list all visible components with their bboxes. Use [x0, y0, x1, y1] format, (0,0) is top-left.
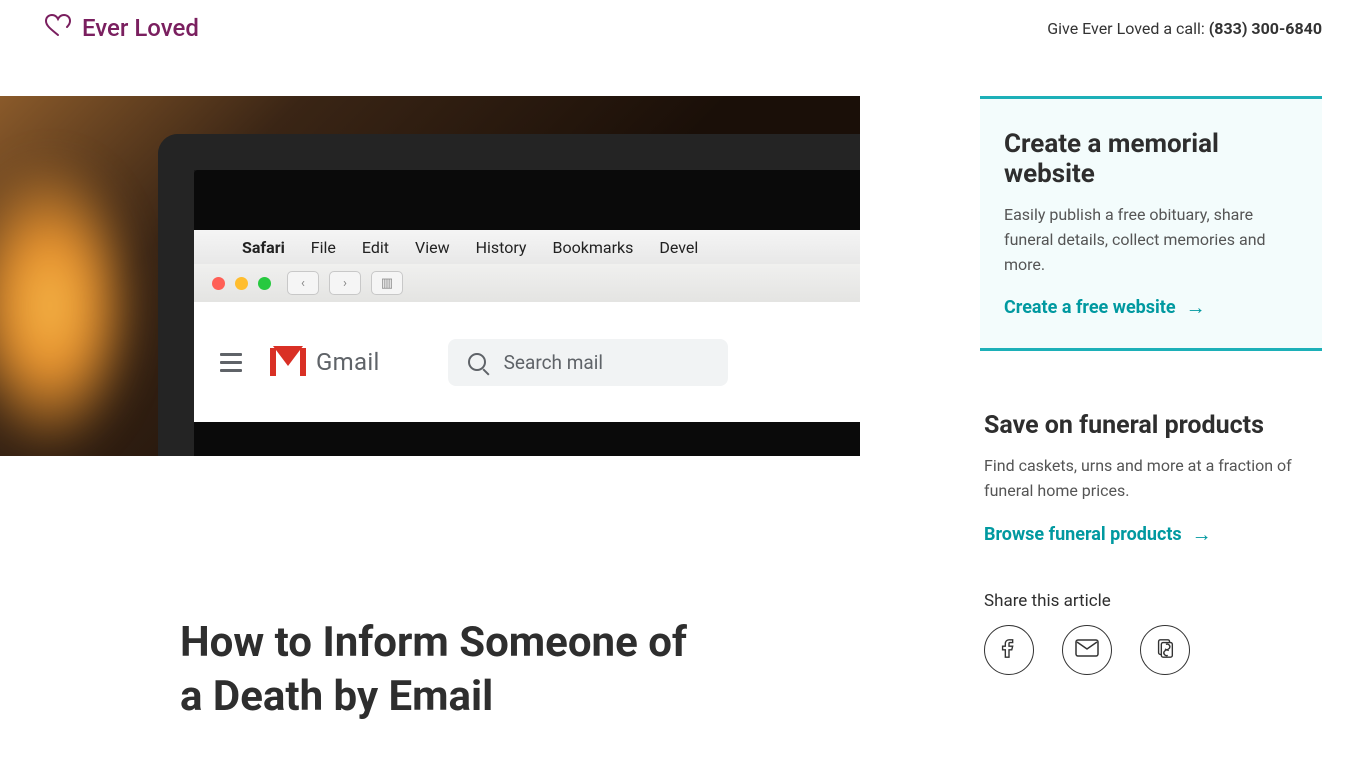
card-description: Find caskets, urns and more at a fractio…	[984, 454, 1318, 504]
page-layout: Safari File Edit View History Bookmarks …	[0, 56, 1366, 764]
window-minimize-icon	[235, 277, 248, 290]
card-title: Save on funeral products	[984, 411, 1318, 440]
heart-icon	[44, 14, 72, 42]
phone-number[interactable]: (833) 300-6840	[1209, 19, 1322, 38]
search-placeholder: Search mail	[504, 351, 603, 374]
sidebar-card-memorial: Create a memorial website Easily publish…	[980, 96, 1322, 351]
arrow-right-icon: →	[1186, 295, 1206, 320]
gmail-m-icon	[270, 348, 306, 376]
sidebar: Create a memorial website Easily publish…	[980, 56, 1366, 764]
brand-name: Ever Loved	[82, 14, 199, 42]
share-section: Share this article	[980, 591, 1322, 675]
brand-logo[interactable]: Ever Loved	[44, 14, 199, 42]
header-phone: Give Ever Loved a call: (833) 300-6840	[1047, 19, 1322, 38]
menu-view: View	[415, 238, 450, 257]
menu-safari: Safari	[242, 238, 285, 257]
menu-file: File	[311, 238, 336, 257]
search-icon	[468, 353, 486, 371]
menu-develop: Devel	[659, 238, 698, 257]
site-header: Ever Loved Give Ever Loved a call: (833)…	[0, 0, 1366, 56]
cta-label: Browse funeral products	[984, 524, 1182, 545]
email-icon	[1075, 639, 1099, 660]
share-email-button[interactable]	[1062, 625, 1112, 675]
link-icon	[1154, 637, 1176, 662]
laptop-frame: Safari File Edit View History Bookmarks …	[158, 134, 860, 456]
article-title: How to Inform Someone of a Death by Emai…	[0, 616, 740, 724]
sidebar-toggle-icon: ▥	[371, 271, 403, 295]
hero-image: Safari File Edit View History Bookmarks …	[0, 96, 860, 456]
gmail-search: Search mail	[448, 339, 728, 386]
window-zoom-icon	[258, 277, 271, 290]
macos-menubar: Safari File Edit View History Bookmarks …	[194, 230, 860, 264]
menu-edit: Edit	[362, 238, 389, 257]
share-title: Share this article	[984, 591, 1322, 611]
hamburger-icon	[220, 353, 242, 372]
share-icons	[984, 625, 1322, 675]
back-button-icon: ‹	[287, 271, 319, 295]
safari-toolbar: ‹ › ▥	[194, 264, 860, 302]
card-description: Easily publish a free obituary, share fu…	[1004, 203, 1298, 277]
sidebar-card-products: Save on funeral products Find caskets, u…	[980, 381, 1322, 557]
gmail-logo: Gmail	[270, 348, 380, 376]
main-column: Safari File Edit View History Bookmarks …	[0, 56, 900, 764]
call-prefix: Give Ever Loved a call:	[1047, 19, 1208, 38]
share-facebook-button[interactable]	[984, 625, 1034, 675]
gmail-text: Gmail	[316, 348, 380, 376]
forward-button-icon: ›	[329, 271, 361, 295]
create-website-link[interactable]: Create a free website →	[1004, 295, 1206, 320]
window-close-icon	[212, 277, 225, 290]
arrow-right-icon: →	[1192, 522, 1212, 547]
gmail-header: Gmail Search mail	[194, 302, 860, 422]
menu-bookmarks: Bookmarks	[553, 238, 634, 257]
menu-history: History	[476, 238, 527, 257]
browse-products-link[interactable]: Browse funeral products →	[984, 522, 1212, 547]
share-copy-link-button[interactable]	[1140, 625, 1190, 675]
card-title: Create a memorial website	[1004, 129, 1298, 189]
facebook-icon	[998, 637, 1020, 662]
cta-label: Create a free website	[1004, 297, 1176, 318]
